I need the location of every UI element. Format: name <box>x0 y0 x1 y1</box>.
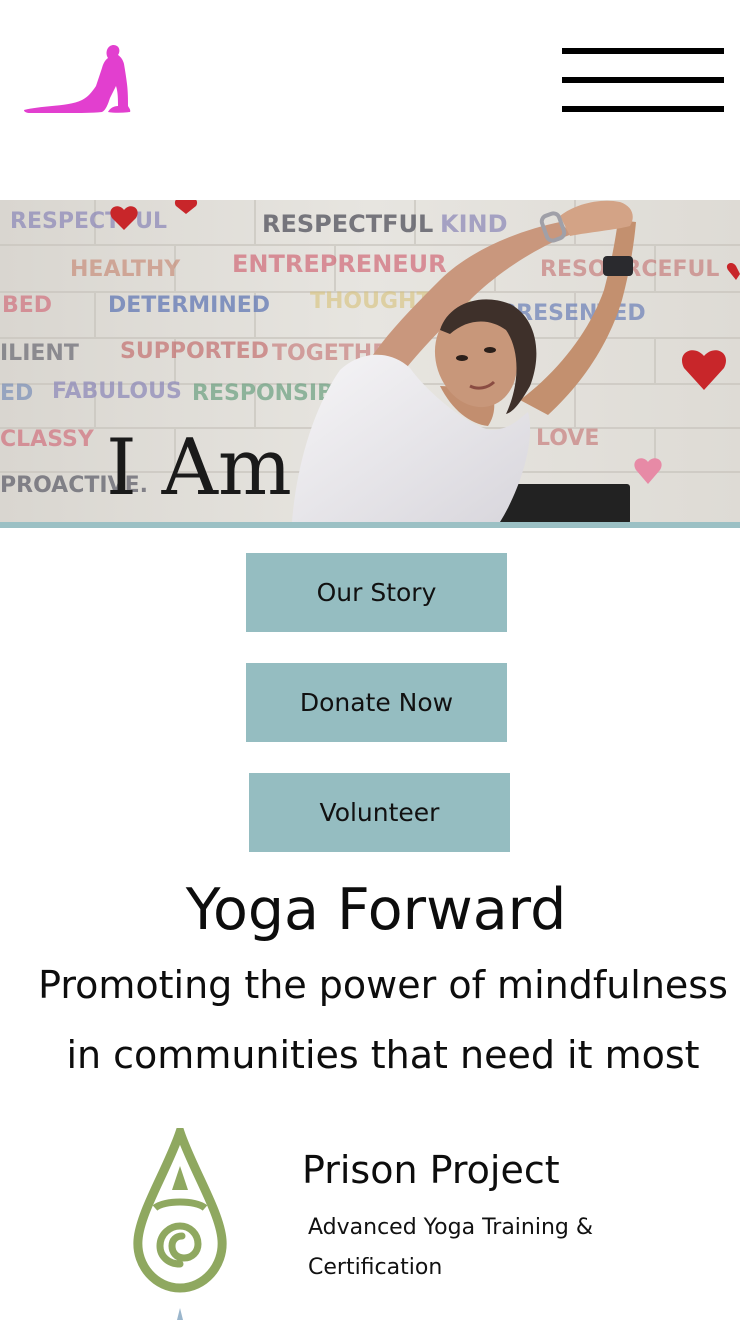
menu-line <box>562 48 724 54</box>
menu-line <box>562 77 724 83</box>
svg-text:DETERMINED: DETERMINED <box>108 293 270 318</box>
hero-image: RESPECTFUL RESPECTFUL KIND HEALTHY ENTRE… <box>0 200 740 522</box>
donate-now-button[interactable]: Donate Now <box>246 663 507 742</box>
svg-text:FABULOUS: FABULOUS <box>52 379 182 404</box>
svg-text:BED: BED <box>2 293 52 318</box>
tagline: Promoting the power of mindfulness in co… <box>0 950 740 1090</box>
our-story-button[interactable]: Our Story <box>246 553 507 632</box>
menu-line <box>562 106 724 112</box>
svg-text:LOVE: LOVE <box>536 426 599 451</box>
svg-text:SUPPORTED: SUPPORTED <box>120 339 269 364</box>
site-header <box>0 0 740 200</box>
svg-text:KIND: KIND <box>440 210 508 238</box>
spiral-drop-icon[interactable] <box>128 1117 232 1320</box>
prison-project-description: Advanced Yoga Training & Certification <box>308 1208 638 1288</box>
tagline-line: in communities that need it most <box>66 1033 700 1077</box>
page-title: Yoga Forward <box>185 877 567 943</box>
svg-text:ILIENT: ILIENT <box>0 341 79 366</box>
svg-text:CLASSY: CLASSY <box>0 427 95 452</box>
svg-text:ENTREPRENEUR: ENTREPRENEUR <box>232 250 447 278</box>
volunteer-button[interactable]: Volunteer <box>249 773 510 852</box>
page: RESPECTFUL RESPECTFUL KIND HEALTHY ENTRE… <box>0 0 740 1320</box>
description-line: Certification <box>308 1255 443 1280</box>
svg-text:RESPECTFUL: RESPECTFUL <box>262 210 433 238</box>
hero-divider <box>0 522 740 528</box>
hamburger-menu-icon[interactable] <box>560 46 726 114</box>
svg-text:ED: ED <box>0 381 33 406</box>
wall-word: RESPECTFUL <box>10 209 167 234</box>
prison-project-link[interactable]: Prison Project <box>302 1148 560 1192</box>
tagline-line: Promoting the power of mindfulness <box>38 963 728 1007</box>
svg-text:HEALTHY: HEALTHY <box>70 257 181 282</box>
description-line: Advanced Yoga Training & <box>308 1215 594 1240</box>
yoga-cobra-pose-icon[interactable] <box>22 40 134 118</box>
